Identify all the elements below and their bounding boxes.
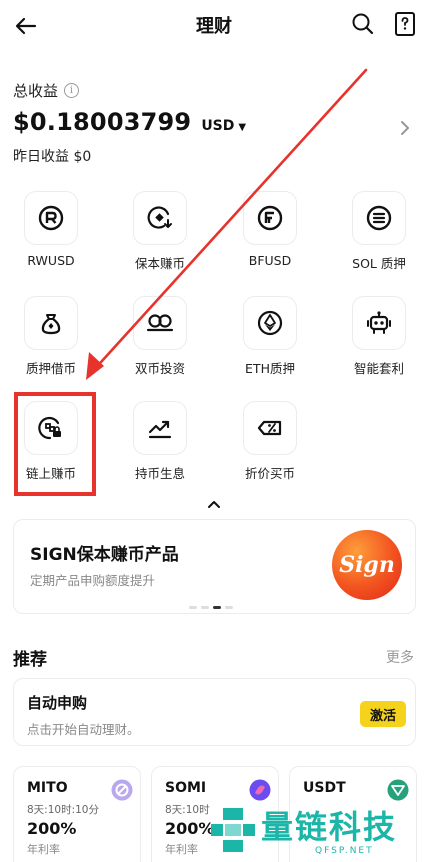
watermark: 量链科技 QFSP.NET [205, 802, 428, 862]
product-name: SOMI [165, 780, 207, 796]
mito-token-icon [111, 779, 133, 801]
banner-title: SIGN保本赚币产品 [30, 545, 179, 565]
product-card-mito[interactable]: MITO 8天:10时:10分 200% 年利率 [13, 766, 141, 862]
recommend-title: 推荐 [13, 650, 47, 670]
auto-subscribe-title: 自动申购 [27, 694, 88, 712]
carousel-dots [189, 606, 233, 609]
product-rate-label: 年利率 [27, 843, 60, 856]
product-name: MITO [27, 780, 68, 796]
watermark-url: QFSP.NET [315, 846, 374, 856]
product-rate: 200% [27, 819, 77, 838]
product-name: USDT [303, 780, 346, 796]
sign-logo: Sign [332, 530, 402, 600]
banner-subtitle: 定期产品申购额度提升 [30, 573, 156, 588]
watermark-logo-icon [211, 808, 255, 852]
product-rate-label: 年利率 [165, 843, 198, 856]
carousel-dot-active[interactable] [213, 606, 221, 609]
product-term: 8天:10时 [165, 804, 210, 816]
carousel-dot[interactable] [225, 606, 233, 609]
more-link[interactable]: 更多 [386, 647, 414, 667]
auto-subscribe-subtitle: 点击开始自动理财。 [27, 722, 140, 737]
promo-banner[interactable]: SIGN保本赚币产品 定期产品申购额度提升 Sign [13, 519, 416, 614]
chevron-up-icon[interactable] [206, 498, 222, 510]
usdt-token-icon [387, 779, 409, 801]
somi-token-icon [249, 779, 271, 801]
annotation-arrow [86, 68, 368, 380]
watermark-text: 量链科技 [261, 808, 398, 846]
carousel-dot[interactable] [189, 606, 197, 609]
activate-button[interactable]: 激活 [360, 701, 406, 727]
auto-subscribe-card[interactable]: 自动申购 点击开始自动理财。 激活 [13, 678, 416, 746]
product-term: 8天:10时:10分 [27, 804, 99, 816]
carousel-dot[interactable] [201, 606, 209, 609]
